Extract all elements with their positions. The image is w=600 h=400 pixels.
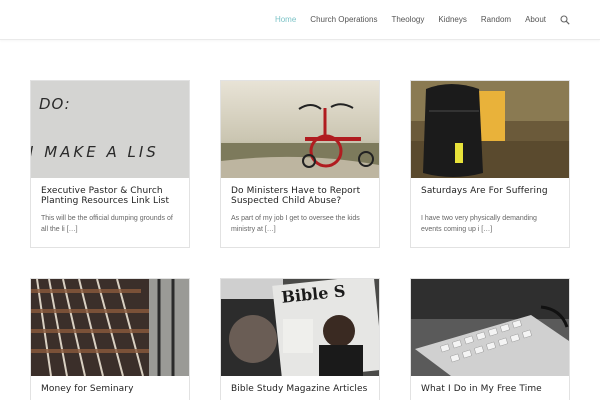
post-thumbnail-backpack[interactable] <box>411 81 569 178</box>
post-title[interactable]: Do Ministers Have to Report Suspected Ch… <box>231 186 369 206</box>
nav-item-random[interactable]: Random <box>481 14 511 26</box>
post-card[interactable]: What I Do in My Free Time <box>410 278 570 400</box>
post-card[interactable]: Saturdays Are For Suffering I have two v… <box>410 80 570 248</box>
post-title[interactable]: Saturdays Are For Suffering <box>421 186 559 196</box>
nav-item-home[interactable]: Home <box>275 14 296 26</box>
post-title[interactable]: Executive Pastor & Church Planting Resou… <box>41 186 179 206</box>
svg-text:I MAKE A LIS: I MAKE A LIS <box>31 143 159 161</box>
post-title[interactable]: Bible Study Magazine Articles <box>231 384 369 394</box>
post-card[interactable]: Money for Seminary <box>30 278 190 400</box>
site-header: Home Church Operations Theology Kidneys … <box>0 0 600 40</box>
post-title[interactable]: Money for Seminary <box>41 384 179 394</box>
search-icon[interactable] <box>560 15 570 25</box>
post-thumbnail-laptop-keyboard[interactable] <box>411 279 569 376</box>
svg-text:DO:: DO: <box>39 95 71 113</box>
main-nav: Home Church Operations Theology Kidneys … <box>261 14 570 26</box>
post-card[interactable]: DO: I MAKE A LIS Executive Pastor & Chur… <box>30 80 190 248</box>
post-thumbnail-handwritten-list[interactable]: DO: I MAKE A LIS <box>31 81 189 178</box>
nav-item-kidneys[interactable]: Kidneys <box>438 14 466 26</box>
nav-item-church-operations[interactable]: Church Operations <box>310 14 377 26</box>
nav-item-about[interactable]: About <box>525 14 546 26</box>
post-thumbnail-library[interactable] <box>31 279 189 376</box>
nav-item-theology[interactable]: Theology <box>391 14 424 26</box>
post-excerpt: This will be the official dumping ground… <box>41 215 173 233</box>
post-excerpt: As part of my job I get to oversee the k… <box>231 215 360 233</box>
post-card[interactable]: Do Ministers Have to Report Suspected Ch… <box>220 80 380 248</box>
post-thumbnail-red-tricycle[interactable] <box>221 81 379 178</box>
post-title[interactable]: What I Do in My Free Time <box>421 384 559 394</box>
post-thumbnail-bible-study-magazine[interactable]: Bible S <box>221 279 379 376</box>
post-excerpt: I have two very physically demanding eve… <box>421 215 537 233</box>
post-card[interactable]: Bible S Bible Study Magazine Articles <box>220 278 380 400</box>
